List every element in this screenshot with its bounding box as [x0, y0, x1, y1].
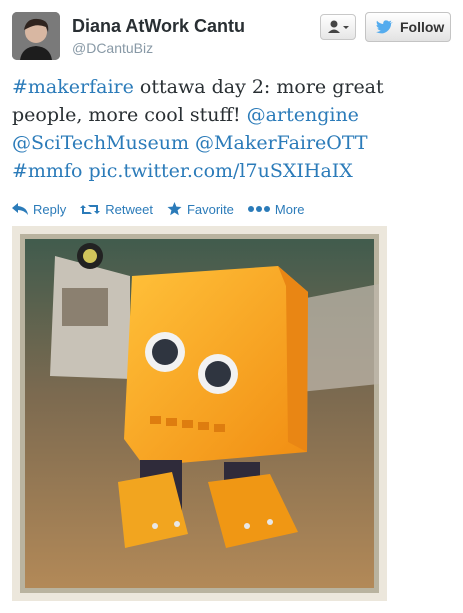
author-name[interactable]: Diana AtWork Cantu [72, 16, 245, 37]
more-action[interactable]: More [247, 201, 305, 217]
twitter-bird-icon [376, 20, 393, 34]
user-actions-button[interactable] [320, 14, 356, 40]
tweet-actions: Reply Retweet Favorite More [12, 199, 305, 219]
user-dropdown-icon [328, 20, 349, 33]
retweet-label: Retweet [105, 201, 153, 217]
author-handle[interactable]: @DCantuBiz [72, 40, 153, 56]
star-icon [167, 202, 182, 216]
favorite-action[interactable]: Favorite [167, 202, 234, 217]
more-label: More [274, 201, 305, 217]
retweet-icon [80, 204, 101, 214]
follow-button[interactable]: Follow [365, 12, 451, 42]
tweet-text: #makerfaire ottawa day 2: more great peo… [12, 73, 442, 185]
retweet-action[interactable]: Retweet [80, 202, 153, 217]
hashtag-link[interactable]: #makerfaire [12, 76, 134, 98]
follow-label: Follow [400, 19, 445, 35]
tweet-photo[interactable] [12, 226, 387, 601]
mention-link[interactable]: @MakerFaireOTT [195, 132, 368, 154]
reply-action[interactable]: Reply [12, 202, 66, 217]
reply-icon [12, 203, 28, 215]
tweet-header: Diana AtWork Cantu @DCantuBiz Follow [12, 12, 451, 62]
reply-label: Reply [33, 201, 67, 217]
media-link[interactable]: pic.twitter.com/l7uSXIHaIX [88, 160, 352, 182]
hashtag-link[interactable]: #mmfo [12, 160, 82, 182]
mention-link[interactable]: @SciTechMuseum [12, 132, 189, 154]
more-dots-icon [247, 206, 270, 212]
robot-photo [20, 234, 379, 593]
mention-link[interactable]: @artengine [247, 104, 359, 126]
avatar[interactable] [12, 12, 60, 60]
favorite-label: Favorite [186, 201, 234, 217]
